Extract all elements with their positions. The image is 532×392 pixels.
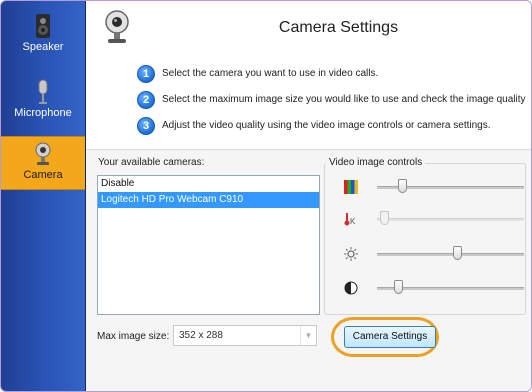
header-area: Camera Settings 1 Select the camera you w… [86,1,531,150]
slider-track [377,253,524,256]
content-panel: Camera Settings 1 Select the camera you w… [86,1,531,391]
camera-option-logitech[interactable]: Logitech HD Pro Webcam C910 [98,192,319,208]
slider-thumb[interactable] [393,280,403,294]
contrast-slider[interactable] [344,277,524,301]
slider-thumb[interactable] [452,246,462,260]
sidebar-item-label: Speaker [22,41,64,53]
contrast-icon [344,281,358,295]
window: Speaker Microphone Camera Camera Setting… [0,0,532,392]
color-bars-icon [344,180,358,194]
chevron-down-icon[interactable]: ▼ [300,326,316,345]
step-number: 2 [137,91,155,109]
step-1: 1 Select the camera you want to use in vi… [137,65,378,83]
speaker-icon [36,14,50,38]
step-text: Select the camera you want to use in vid… [162,68,379,79]
step-text: Select the maximum image size you would … [162,94,526,105]
max-image-size-select[interactable]: 352 x 288 ▼ [173,325,317,346]
white-balance-slider: K [344,208,524,232]
step-text: Adjust the video quality using the video… [162,120,491,131]
svg-text:K: K [350,217,356,226]
slider-thumb [379,211,389,225]
brightness-slider[interactable] [344,243,524,267]
sidebar-item-microphone[interactable]: Microphone [1,79,85,131]
sidebar-item-camera[interactable]: Camera [1,136,85,190]
camera-list[interactable]: Disable Logitech HD Pro Webcam C910 [97,175,320,315]
page-title: Camera Settings [278,19,399,36]
step-3: 3 Adjust the video quality using the vide… [137,117,491,135]
max-image-size-label: Max image size: [97,331,170,342]
sidebar-item-label: Microphone [14,107,72,119]
video-controls-title: Video image controls [326,157,426,168]
max-image-size-value: 352 x 288 [179,330,223,341]
slider-track [377,218,524,221]
sidebar-item-speaker[interactable]: Speaker [1,13,85,71]
camera-settings-button[interactable]: Camera Settings [344,326,436,348]
sidebar: Speaker Microphone Camera [1,1,86,391]
sidebar-item-label: Camera [23,169,63,181]
microphone-icon [38,79,48,104]
temperature-k-icon: K [344,213,356,226]
sun-icon [344,247,358,261]
cameras-label: Your available cameras: [98,157,205,168]
color-slider[interactable] [344,176,524,200]
slider-thumb[interactable] [397,179,407,193]
camera-icon [35,142,51,165]
step-2: 2 Select the maximum image size you would… [137,91,526,109]
step-number: 1 [137,65,155,83]
camera-option-disable[interactable]: Disable [98,176,319,192]
step-number: 3 [137,117,155,135]
